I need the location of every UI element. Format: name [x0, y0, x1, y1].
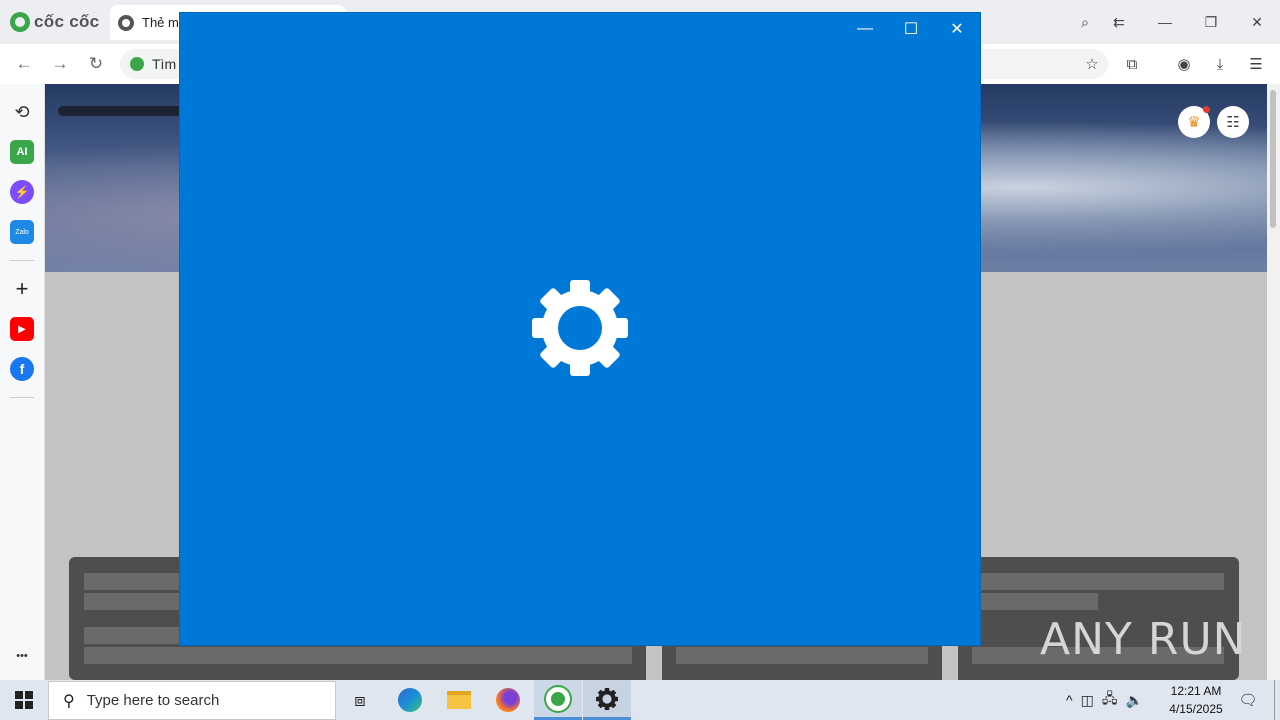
restore-icon[interactable]: ❐ — [1199, 10, 1223, 34]
taskbar-clock[interactable]: 12:21 AM 4/15/2025 — [1160, 682, 1232, 718]
system-tray: ^ ◫ 🖧 🔈 — [1066, 680, 1143, 720]
meet-now-icon[interactable]: ◫ — [1081, 692, 1094, 709]
messenger-icon[interactable]: ⚡ — [10, 180, 34, 204]
splash-minimize-icon[interactable]: — — [850, 14, 880, 44]
browser-sidebar — [0, 84, 45, 680]
splash-maximize-icon[interactable]: ☐ — [896, 14, 926, 44]
zalo-icon[interactable]: Zalo — [10, 220, 34, 244]
placeholder-line — [972, 573, 1224, 590]
tab-favicon-icon — [118, 14, 134, 31]
task-view-icon[interactable]: ⧈ — [336, 680, 384, 720]
edge-icon[interactable] — [386, 680, 434, 720]
settings-splash-window — [179, 12, 981, 646]
coccoc-logo[interactable]: cốc cốc — [10, 10, 99, 34]
show-desktop-divider[interactable] — [1274, 680, 1275, 720]
start-button[interactable] — [0, 680, 48, 720]
history-icon[interactable]: ⟲ — [10, 100, 34, 124]
taskbar-search-box[interactable]: ⚲ Type here to search — [48, 681, 336, 720]
sidebar-divider — [10, 260, 34, 261]
youtube-icon[interactable]: ▶ — [10, 317, 34, 341]
volume-icon[interactable]: 🔈 — [1125, 692, 1142, 709]
close-icon[interactable]: ✕ — [1245, 10, 1269, 34]
anyrun-watermark: ANY RUN — [1040, 614, 1247, 665]
extensions-icon[interactable]: ⧉ — [1120, 52, 1144, 76]
settings-gear-icon — [596, 687, 618, 710]
notification-dot — [1203, 106, 1210, 113]
clock-time: 12:21 AM — [1170, 684, 1222, 698]
panel-gap — [646, 646, 662, 680]
placeholder-line — [676, 647, 928, 664]
windows-logo-icon — [15, 691, 33, 709]
reload-icon[interactable]: ↻ — [84, 52, 108, 76]
clock-date: 4/15/2025 — [1169, 702, 1223, 716]
download-icon[interactable]: ⤓ — [1208, 52, 1232, 76]
placeholder-line — [84, 593, 184, 610]
brand-name: cốc cốc — [34, 12, 100, 31]
search-placeholder: Type here to search — [86, 692, 220, 709]
settings-icon[interactable] — [583, 680, 631, 720]
more-icon[interactable]: ••• — [10, 644, 34, 668]
bookmark-star-icon[interactable]: ☆ — [1080, 52, 1104, 76]
minimize-icon[interactable]: — — [1153, 10, 1177, 34]
add-icon[interactable]: + — [10, 276, 34, 301]
coccoc-logo-icon — [10, 12, 30, 32]
placeholder-line — [972, 593, 1098, 610]
tab-search-icon[interactable]: ⌕ — [1073, 10, 1097, 34]
profile-icon[interactable]: ◉ — [1172, 52, 1196, 76]
placeholder-line — [84, 573, 184, 590]
panel-gap — [942, 646, 958, 680]
file-explorer-icon[interactable] — [435, 680, 483, 720]
notification-center-icon[interactable]: 🗨 — [1236, 680, 1260, 720]
back-icon[interactable]: ← — [12, 52, 36, 76]
address-text: Tìm — [152, 56, 177, 72]
coccoc-icon[interactable] — [534, 680, 582, 720]
customize-sliders-icon[interactable]: ☷ — [1217, 106, 1249, 138]
coccoc-search-icon — [130, 57, 144, 71]
menu-icon[interactable]: ☰ — [1244, 52, 1268, 76]
forward-icon[interactable]: → — [48, 52, 72, 76]
back-forward-cache-icon[interactable]: ⇇ — [1107, 10, 1131, 34]
scrollbar-thumb[interactable] — [1270, 90, 1276, 228]
search-icon: ⚲ — [63, 692, 75, 710]
ai-icon[interactable]: AI — [10, 140, 34, 164]
network-icon[interactable]: 🖧 — [1102, 688, 1118, 712]
chevron-up-icon[interactable]: ^ — [1066, 692, 1073, 708]
placeholder-line — [84, 627, 184, 644]
splash-close-icon[interactable]: ✕ — [942, 14, 972, 44]
firefox-icon[interactable] — [484, 680, 532, 720]
tab-title: Thẻ m — [142, 15, 179, 30]
facebook-icon[interactable]: f — [10, 357, 34, 381]
gear-icon — [532, 280, 628, 376]
placeholder-line — [84, 647, 632, 664]
search-bar-placeholder — [58, 106, 183, 116]
sidebar-divider — [10, 397, 34, 398]
